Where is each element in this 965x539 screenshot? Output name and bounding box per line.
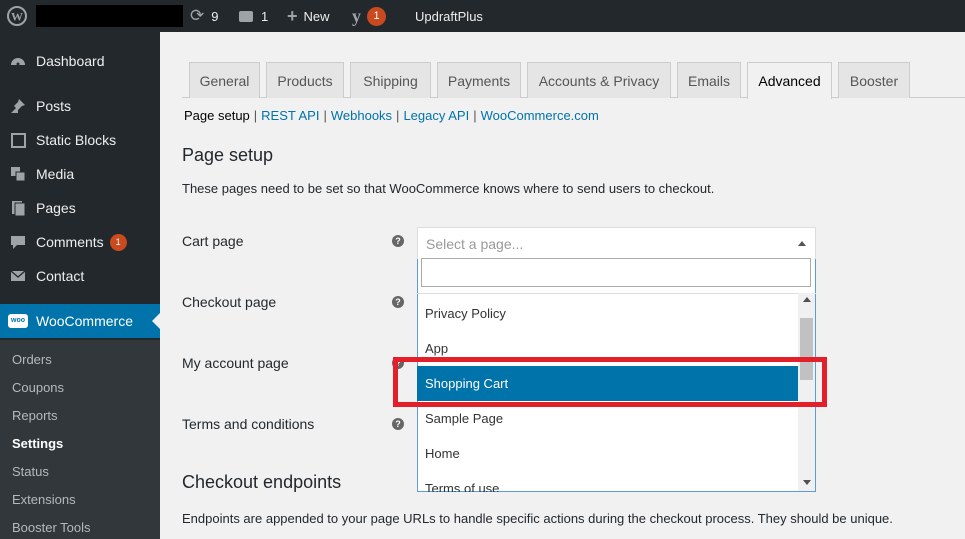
envelope-icon <box>0 267 36 285</box>
redacted-site-name <box>36 5 183 27</box>
updates-link[interactable]: ⟳ 9 <box>190 0 218 32</box>
comment-icon <box>0 233 36 251</box>
menu-posts[interactable]: Posts <box>0 89 160 123</box>
help-icon[interactable]: ? <box>392 235 404 247</box>
checkout-endpoints-heading: Checkout endpoints <box>182 472 342 492</box>
subnav-webhooks[interactable]: Webhooks <box>331 108 392 123</box>
menu-label: Media <box>36 166 75 182</box>
scroll-up-arrow-icon[interactable] <box>803 297 811 302</box>
woo-icon: woo <box>0 314 36 328</box>
submenu-booster-tools[interactable]: Booster Tools <box>12 520 91 535</box>
updraftplus-label: UpdraftPlus <box>415 8 483 24</box>
subnav-page-setup[interactable]: Page setup <box>184 108 250 123</box>
admin-sidebar: Dashboard Posts Static Blocks Media Page… <box>0 32 160 539</box>
help-icon[interactable]: ? <box>392 296 404 308</box>
submenu-orders[interactable]: Orders <box>12 352 52 367</box>
comments-count: 1 <box>261 8 269 24</box>
page-setup-description: These pages need to be set so that WooCo… <box>182 181 715 196</box>
media-icon <box>0 165 36 183</box>
menu-label: Comments <box>36 234 104 250</box>
menu-label: Pages <box>36 200 76 216</box>
menu-label: Contact <box>36 268 85 284</box>
updraftplus-link[interactable]: UpdraftPlus <box>415 0 483 32</box>
menu-label: Posts <box>36 98 72 114</box>
woocommerce-submenu: Orders Coupons Reports Settings Status E… <box>0 340 160 539</box>
cart-page-label: Cart page <box>182 233 244 249</box>
advanced-subnav: Page setup | REST API | Webhooks | Legacy A… <box>184 108 599 123</box>
new-content-link[interactable]: + New <box>287 0 330 32</box>
comment-bubble-icon <box>239 10 253 22</box>
plus-icon: + <box>287 5 298 26</box>
updates-count: 9 <box>211 8 219 24</box>
tab-advanced[interactable]: Advanced <box>747 62 832 99</box>
option-home[interactable]: Home <box>417 436 798 471</box>
highlight-annotation-box <box>393 357 827 407</box>
terms-page-label: Terms and conditions <box>182 416 315 432</box>
submenu-coupons[interactable]: Coupons <box>12 380 64 395</box>
menu-label: Dashboard <box>36 53 105 69</box>
wordpress-logo-icon[interactable]: W <box>7 0 27 32</box>
submenu-reports[interactable]: Reports <box>12 408 58 423</box>
menu-comments[interactable]: Comments 1 <box>0 225 160 259</box>
square-icon <box>0 132 36 148</box>
tab-products[interactable]: Products <box>266 62 344 98</box>
scroll-down-arrow-icon[interactable] <box>803 480 811 485</box>
subnav-woocommerce-com[interactable]: WooCommerce.com <box>481 108 599 123</box>
option-privacy-policy[interactable]: Privacy Policy <box>417 296 798 331</box>
menu-static-blocks[interactable]: Static Blocks <box>0 123 160 157</box>
caret-up-icon <box>798 241 806 246</box>
tab-general[interactable]: General <box>189 62 260 98</box>
checkout-page-label: Checkout page <box>182 294 277 310</box>
new-label: New <box>303 8 330 24</box>
tab-shipping[interactable]: Shipping <box>350 62 431 98</box>
tab-booster[interactable]: Booster <box>838 62 910 98</box>
comments-link[interactable]: 1 <box>239 0 268 32</box>
submenu-status[interactable]: Status <box>12 464 49 479</box>
subnav-rest-api[interactable]: REST API <box>261 108 319 123</box>
help-icon[interactable]: ? <box>392 418 404 430</box>
admin-bar: W ⟳ 9 1 + New y 1 UpdraftPlus <box>0 0 965 32</box>
pushpin-icon <box>0 97 36 115</box>
page-setup-heading: Page setup <box>182 145 274 165</box>
menu-media[interactable]: Media <box>0 157 160 191</box>
current-menu-arrow <box>152 313 160 329</box>
submenu-settings[interactable]: Settings <box>12 436 63 451</box>
svg-text:W: W <box>11 10 23 24</box>
menu-dashboard[interactable]: Dashboard <box>0 44 160 78</box>
menu-pages[interactable]: Pages <box>0 191 160 225</box>
yoast-icon: y <box>352 5 361 26</box>
pages-icon <box>0 199 36 217</box>
subnav-legacy-api[interactable]: Legacy API <box>403 108 469 123</box>
comments-badge: 1 <box>109 233 127 251</box>
yoast-seo-link[interactable]: y 1 <box>352 0 386 32</box>
dropdown-search-input[interactable] <box>421 258 811 287</box>
menu-label: Static Blocks <box>36 132 117 148</box>
option-terms-of-use[interactable]: Terms of use <box>417 471 798 492</box>
tab-payments[interactable]: Payments <box>437 62 521 98</box>
submenu-extensions[interactable]: Extensions <box>12 492 76 507</box>
cart-page-select[interactable]: Select a page... <box>417 227 816 259</box>
my-account-page-label: My account page <box>182 355 289 371</box>
menu-woocommerce[interactable]: woo WooCommerce <box>0 304 160 338</box>
dashboard-icon <box>0 52 36 70</box>
menu-contact[interactable]: Contact <box>0 259 160 293</box>
menu-label: WooCommerce <box>36 313 133 329</box>
tab-emails[interactable]: Emails <box>677 62 741 98</box>
tab-accounts-privacy[interactable]: Accounts & Privacy <box>527 62 671 98</box>
checkout-endpoints-description: Endpoints are appended to your page URLs… <box>182 511 893 526</box>
seo-notification-badge: 1 <box>367 6 386 26</box>
select-placeholder: Select a page... <box>426 235 524 252</box>
updates-icon: ⟳ <box>190 6 205 25</box>
